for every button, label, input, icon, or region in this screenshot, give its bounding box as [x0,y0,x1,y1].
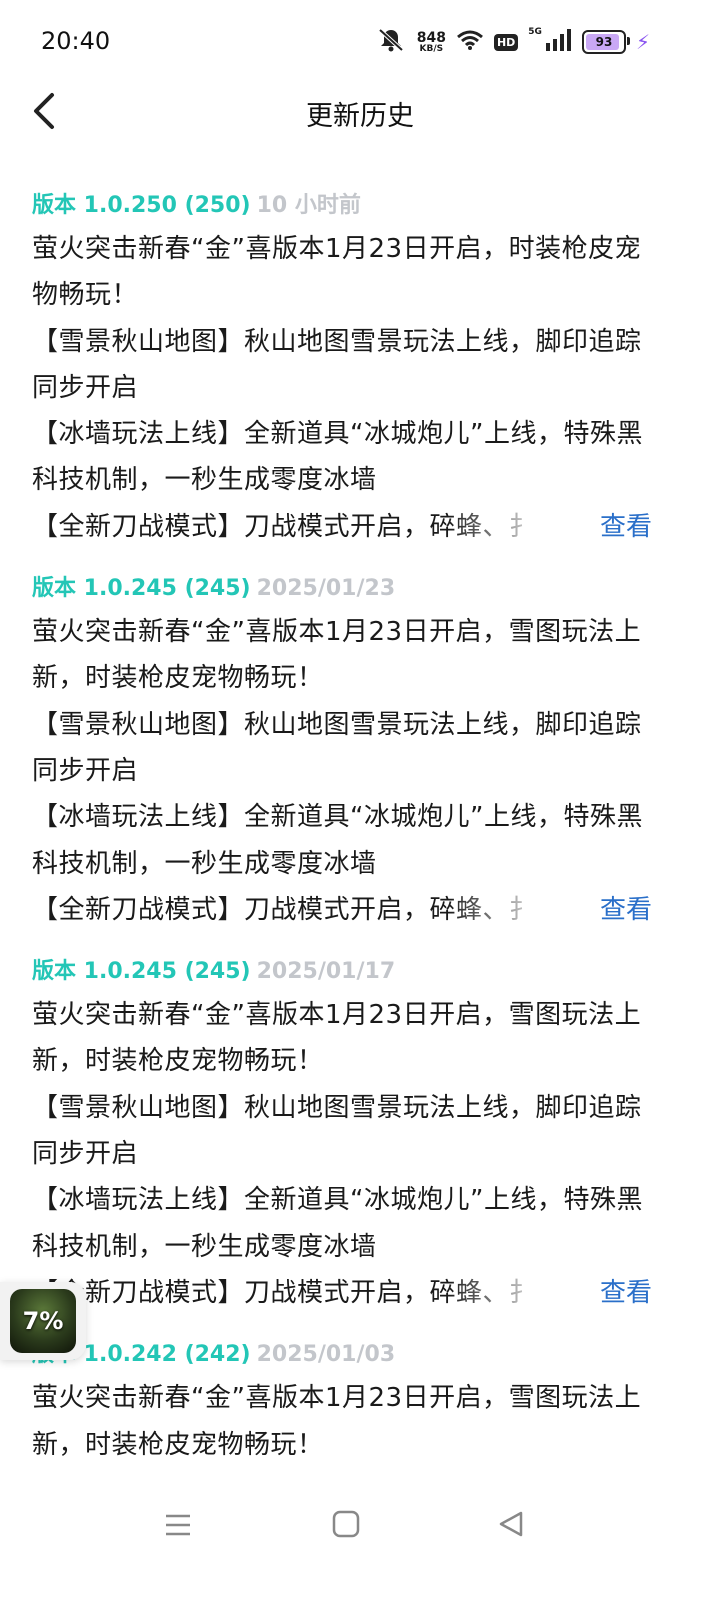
status-time: 20:40 [41,27,111,55]
version-date: 2025/01/17 [256,959,396,985]
signal-icon [545,29,572,55]
version-date: 2025/01/03 [256,1342,396,1368]
version-history-list: 版本 1.0.250 (250) 10 小时前 萤火突击新春“金”喜版本1月23日… [32,186,692,1487]
battery-icon: 93 [581,30,630,54]
version-label: 版本 1.0.250 (250) [32,193,251,218]
version-entry: 版本 1.0.245 (245) 2025/01/17 萤火突击新春“金”喜版本1… [32,952,692,1316]
changelog-line: 新，时装枪皮宠物畅玩！ [32,663,324,694]
changelog-line: 【冰墙玩法上线】全新道具“冰城炮儿”上线，特殊黑 [32,419,643,450]
changelog-line: 【雪景秋山地图】秋山地图雪景玩法上线，脚印追踪 [32,709,642,740]
charging-icon: ⚡ [635,30,650,54]
changelog-line: 【雪景秋山地图】秋山地图雪景玩法上线，脚印追踪 [32,326,642,357]
battery-level: 93 [595,35,613,49]
game-progress-percent: 7% [22,1307,64,1335]
version-label: 版本 1.0.245 (245) [32,576,251,602]
changelog-line-truncated: 【全新刀战模式】刀战模式开启，碎蜂、扌 [32,894,536,925]
changelog-line: 同步开启 [32,372,139,403]
version-entry: 版本 1.0.250 (250) 10 小时前 萤火突击新春“金”喜版本1月23日… [32,186,692,550]
changelog-line: 同步开启 [32,1139,139,1170]
changelog-line: 【雪景秋山地图】秋山地图雪景玩法上线，脚印追踪 [32,1092,642,1123]
status-icons: 848 KB/S HD 5G 93 ⚡ [375,22,650,62]
system-nav-bar [0,1490,720,1560]
changelog-line: 物畅玩！ [32,280,139,311]
status-bar: 20:40 848 KB/S HD 5G 93 ⚡ [0,0,720,86]
changelog-line: 萤火突击新春“金”喜版本1月23日开启，雪图玩法上 [32,617,642,648]
back-triangle-icon[interactable] [495,1508,527,1540]
version-label: 版本 1.0.245 (245) [32,959,251,985]
home-square-icon[interactable] [330,1508,362,1540]
changelog-line: 萤火突击新春“金”喜版本1月23日开启，雪图玩法上 [32,1383,642,1414]
changelog-line: 科技机制，一秒生成零度冰墙 [32,1231,377,1262]
version-date: 2025/01/23 [256,576,396,602]
game-thumbnail: 7% [10,1289,76,1353]
version-meta: 版本 1.0.250 (250) 10 小时前 [32,186,692,226]
version-entry: 版本 1.0.245 (245) 2025/01/23 萤火突击新春“金”喜版本1… [32,569,692,933]
view-more-link[interactable]: 查看 [600,504,652,550]
net-speed: 848 KB/S [416,29,446,54]
changelog-line: 【冰墙玩法上线】全新道具“冰城炮儿”上线，特殊黑 [32,802,643,833]
app-header: 更新历史 [0,86,720,136]
changelog-line: 萤火突击新春“金”喜版本1月23日开启，雪图玩法上 [32,1000,642,1031]
changelog-line: 【冰墙玩法上线】全新道具“冰城炮儿”上线，特殊黑 [32,1185,643,1216]
changelog-line: 科技机制，一秒生成零度冰墙 [32,848,377,879]
network-type-label: 5G [528,27,542,37]
changelog-line-truncated: 【全新刀战模式】刀战模式开启，碎蜂、扌 [32,1277,536,1308]
changelog-line: 同步开启 [32,755,139,786]
mute-icon [375,26,407,58]
version-meta: 版本 1.0.242 (242) 2025/01/03 [32,1335,692,1375]
changelog-line: 科技机制，一秒生成零度冰墙 [32,465,377,496]
floating-game-widget[interactable]: 7% [0,1282,86,1360]
menu-icon[interactable] [163,1510,193,1540]
changelog-line-truncated: 【全新刀战模式】刀战模式开启，碎蜂、扌 [32,511,536,542]
changelog-line: 新，时装枪皮宠物畅玩！ [32,1429,324,1460]
version-entry: 版本 1.0.242 (242) 2025/01/03 萤火突击新春“金”喜版本1… [32,1335,692,1468]
hd-icon: HD [493,33,519,51]
changelog-line: 萤火突击新春“金”喜版本1月23日开启，时装枪皮宠 [32,234,642,264]
version-meta: 版本 1.0.245 (245) 2025/01/17 [32,952,692,992]
version-meta: 版本 1.0.245 (245) 2025/01/23 [32,569,692,609]
version-date: 10 小时前 [256,193,361,218]
wifi-icon [456,29,484,55]
changelog-line: 新，时装枪皮宠物畅玩！ [32,1046,324,1077]
page-title: 更新历史 [306,101,414,132]
view-more-link[interactable]: 查看 [600,1270,652,1316]
view-more-link[interactable]: 查看 [600,887,652,933]
